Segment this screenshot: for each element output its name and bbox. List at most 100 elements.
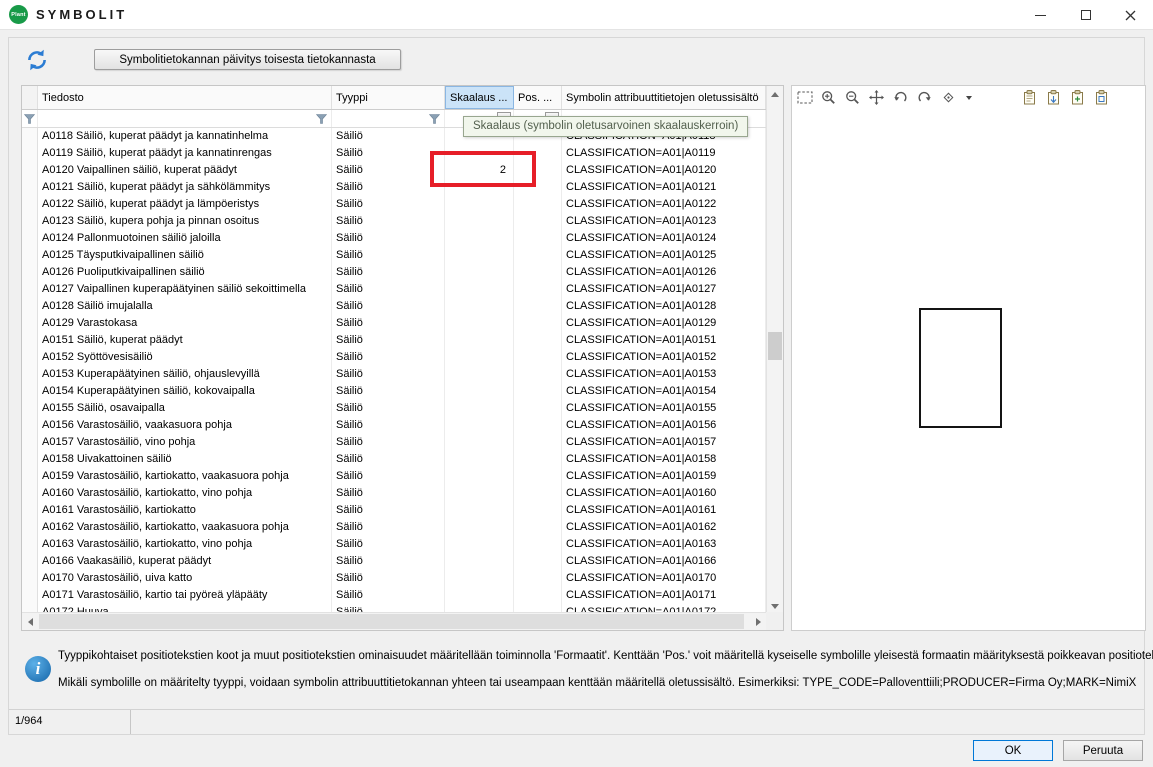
rotate-ccw-icon[interactable] (892, 89, 909, 106)
table-row[interactable]: A0157 Varastosäiliö, vino pohja Säiliö C… (22, 434, 766, 451)
row-selector-cell[interactable] (22, 485, 38, 502)
preview-canvas[interactable] (792, 109, 1145, 630)
arrow-down-icon (771, 604, 779, 609)
table-row[interactable]: A0125 Täysputkivaipallinen säiliö Säiliö… (22, 247, 766, 264)
pan-icon[interactable] (868, 89, 885, 106)
table-row[interactable]: A0162 Varastosäiliö, kartiokatto, vaakas… (22, 519, 766, 536)
cell-tyyppi: Säiliö (332, 519, 445, 536)
row-selector-cell[interactable] (22, 145, 38, 162)
table-row[interactable]: A0119 Säiliö, kuperat päädyt ja kannatin… (22, 145, 766, 162)
cell-tyyppi: Säiliö (332, 230, 445, 247)
row-selector-cell[interactable] (22, 383, 38, 400)
table-row[interactable]: A0121 Säiliö, kuperat päädyt ja sähköläm… (22, 179, 766, 196)
row-selector-cell[interactable] (22, 213, 38, 230)
row-selector-cell[interactable] (22, 553, 38, 570)
column-header-tyyppi[interactable]: Tyyppi (332, 86, 445, 109)
row-selector-cell[interactable] (22, 264, 38, 281)
table-row[interactable]: A0122 Säiliö, kuperat päädyt ja lämpöeri… (22, 196, 766, 213)
row-selector-cell[interactable] (22, 349, 38, 366)
row-selector-cell[interactable] (22, 417, 38, 434)
table-row[interactable]: A0128 Säiliö imujalalla Säiliö CLASSIFIC… (22, 298, 766, 315)
horizontal-scroll-thumb[interactable] (39, 614, 744, 629)
column-header-tiedosto[interactable]: Tiedosto (38, 86, 332, 109)
row-selector-cell[interactable] (22, 247, 38, 264)
column-header-pos[interactable]: Pos. ... (514, 86, 562, 109)
cancel-button[interactable]: Peruuta (1063, 740, 1143, 761)
maximize-button[interactable] (1063, 0, 1108, 30)
table-row[interactable]: A0170 Varastosäiliö, uiva katto Säiliö C… (22, 570, 766, 587)
row-selector-cell[interactable] (22, 179, 38, 196)
clipboard-copy-icon[interactable] (1021, 89, 1038, 106)
table-row[interactable]: A0151 Säiliö, kuperat päädyt Säiliö CLAS… (22, 332, 766, 349)
table-row[interactable]: A0166 Vaakasäiliö, kuperat päädyt Säiliö… (22, 553, 766, 570)
clipboard-paste-special-icon[interactable] (1093, 89, 1110, 106)
cell-attr: CLASSIFICATION=A01|A0166 (562, 553, 766, 570)
table-row[interactable]: A0160 Varastosäiliö, kartiokatto, vino p… (22, 485, 766, 502)
table-row[interactable]: A0127 Vaipallinen kuperapäätyinen säiliö… (22, 281, 766, 298)
filter-funnel-icon[interactable] (429, 114, 440, 124)
scroll-right-button[interactable] (750, 613, 766, 630)
table-row[interactable]: A0158 Uivakattoinen säiliö Säiliö CLASSI… (22, 451, 766, 468)
vertical-scroll-thumb[interactable] (768, 332, 782, 360)
rotate-cw-icon[interactable] (916, 89, 933, 106)
zoom-out-icon[interactable] (844, 89, 861, 106)
row-selector-cell[interactable] (22, 536, 38, 553)
row-selector-cell[interactable] (22, 281, 38, 298)
vertical-scrollbar[interactable] (766, 86, 783, 614)
filter-cell-tiedosto[interactable] (38, 110, 332, 127)
cell-tyyppi: Säiliö (332, 383, 445, 400)
center-symbol-dropdown[interactable] (964, 96, 973, 100)
table-row[interactable]: A0171 Varastosäiliö, kartio tai pyöreä y… (22, 587, 766, 604)
table-row[interactable]: A0155 Säiliö, osavaipalla Säiliö CLASSIF… (22, 400, 766, 417)
minimize-button[interactable] (1018, 0, 1063, 30)
row-selector-cell[interactable] (22, 570, 38, 587)
table-row[interactable]: A0159 Varastosäiliö, kartiokatto, vaakas… (22, 468, 766, 485)
row-selector-cell[interactable] (22, 315, 38, 332)
scroll-left-button[interactable] (22, 613, 38, 630)
filter-funnel-icon[interactable] (316, 114, 327, 124)
filter-cell-tyyppi[interactable] (332, 110, 445, 127)
table-row[interactable]: A0123 Säiliö, kupera pohja ja pinnan oso… (22, 213, 766, 230)
table-row[interactable]: A0120 Vaipallinen säiliö, kuperat päädyt… (22, 162, 766, 179)
row-selector-cell[interactable] (22, 400, 38, 417)
row-selector-cell[interactable] (22, 451, 38, 468)
table-row[interactable]: A0126 Puoliputkivaipallinen säiliö Säili… (22, 264, 766, 281)
column-header-skaalaus[interactable]: Skaalaus ... (445, 86, 514, 109)
table-row[interactable]: A0163 Varastosäiliö, kartiokatto, vino p… (22, 536, 766, 553)
table-row[interactable]: A0129 Varastokasa Säiliö CLASSIFICATION=… (22, 315, 766, 332)
row-selector-cell[interactable] (22, 332, 38, 349)
zoom-window-icon[interactable] (796, 89, 813, 106)
table-row[interactable]: A0156 Varastosäiliö, vaakasuora pohja Sä… (22, 417, 766, 434)
ok-button[interactable]: OK (973, 740, 1053, 761)
close-icon (1125, 10, 1136, 21)
clipboard-copy-special-icon[interactable] (1069, 89, 1086, 106)
scroll-up-button[interactable] (767, 86, 783, 102)
row-selector-cell[interactable] (22, 196, 38, 213)
column-header-attr[interactable]: Symbolin attribuuttitietojen oletussisäl… (562, 86, 766, 109)
row-selector-cell[interactable] (22, 434, 38, 451)
row-selector-cell[interactable] (22, 519, 38, 536)
table-row[interactable]: A0152 Syöttövesisäiliö Säiliö CLASSIFICA… (22, 349, 766, 366)
row-selector-cell[interactable] (22, 162, 38, 179)
row-selector-cell[interactable] (22, 128, 38, 145)
row-selector-cell[interactable] (22, 502, 38, 519)
refresh-icon[interactable] (25, 48, 49, 72)
horizontal-scroll-track[interactable] (38, 613, 750, 630)
center-symbol-icon[interactable] (940, 89, 957, 106)
row-selector-cell[interactable] (22, 366, 38, 383)
close-button[interactable] (1108, 0, 1153, 30)
horizontal-scrollbar[interactable] (22, 612, 766, 630)
update-from-database-button[interactable]: Symbolitietokannan päivitys toisesta tie… (94, 49, 401, 70)
table-row[interactable]: A0154 Kuperapäätyinen säiliö, kokovaipal… (22, 383, 766, 400)
clipboard-paste-icon[interactable] (1045, 89, 1062, 106)
row-selector-cell[interactable] (22, 587, 38, 604)
row-selector-cell[interactable] (22, 298, 38, 315)
table-row[interactable]: A0153 Kuperapäätyinen säiliö, ohjauslevy… (22, 366, 766, 383)
filter-funnel-icon[interactable] (24, 114, 35, 124)
row-selector-cell[interactable] (22, 230, 38, 247)
cell-pos (514, 587, 562, 604)
table-row[interactable]: A0161 Varastosäiliö, kartiokatto Säiliö … (22, 502, 766, 519)
zoom-in-icon[interactable] (820, 89, 837, 106)
table-row[interactable]: A0124 Pallonmuotoinen säiliö jaloilla Sä… (22, 230, 766, 247)
row-selector-cell[interactable] (22, 468, 38, 485)
